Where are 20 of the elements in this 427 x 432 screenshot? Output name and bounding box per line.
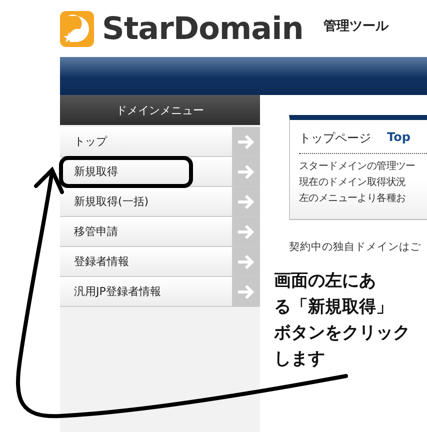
chevron-icon: [237, 252, 255, 270]
domain-notice: 契約中の独自ドメインはご: [289, 240, 422, 254]
menu-item[interactable]: 登録者情報: [60, 247, 260, 277]
panel-title: トップページ: [299, 130, 371, 147]
logo-icon: [60, 10, 94, 46]
menu-item[interactable]: トップ: [60, 127, 260, 157]
chevron-icon: [237, 222, 255, 240]
panel-text: スタードメインの管理ツー 現在のドメイン取得状況 左のメニューより各種お: [299, 160, 416, 206]
chevron-icon: [237, 162, 255, 180]
chevron-icon: [237, 282, 255, 300]
chevron-icon: [237, 132, 255, 150]
menu-item[interactable]: 新規取得(一括): [60, 187, 260, 217]
menu-item[interactable]: 移管申請: [60, 217, 260, 247]
menu-item[interactable]: 汎用JP登録者情報: [60, 277, 260, 307]
tool-subtitle: 管理ツール: [323, 18, 388, 34]
menu-heading: ドメインメニュー: [60, 95, 260, 125]
panel-title-english: Top: [387, 130, 410, 146]
brand-name: StarDomain: [102, 10, 304, 46]
annotation-text: 画面の左にあ る「新規取得」 ボタンをクリック します: [274, 270, 410, 371]
chevron-icon: [237, 192, 255, 210]
